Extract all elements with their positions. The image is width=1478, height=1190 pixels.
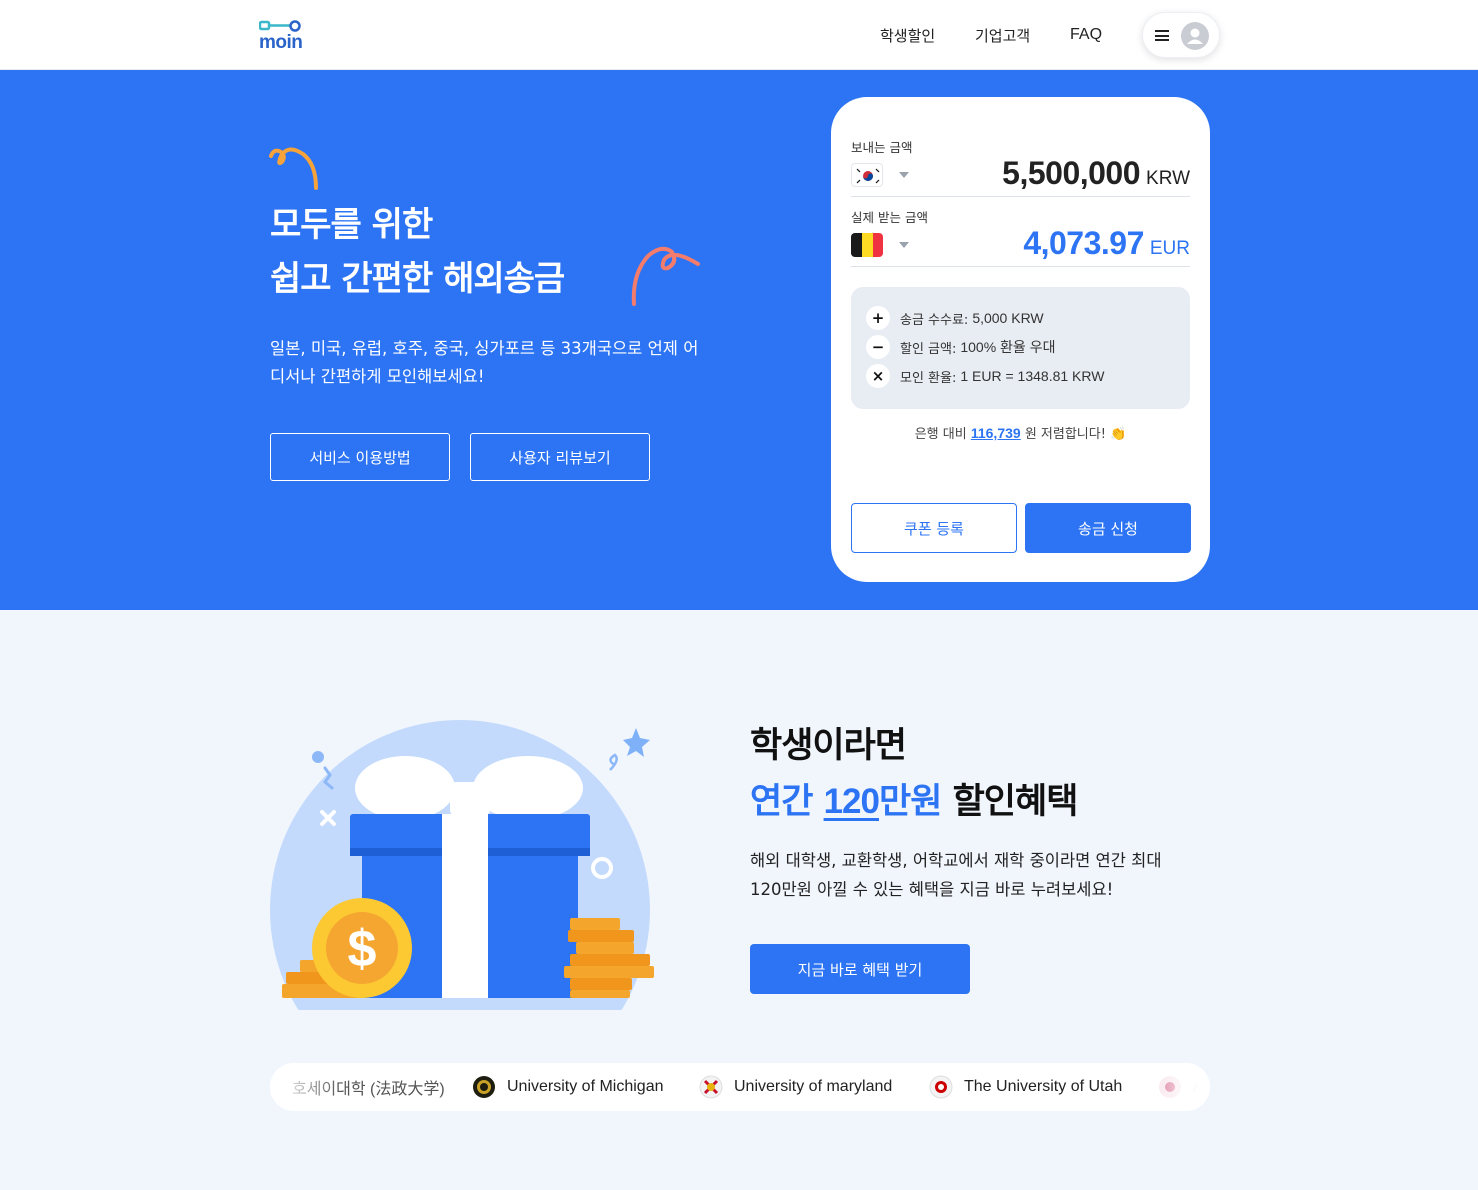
minus-icon: −: [866, 335, 890, 359]
university-marquee: 호세이대학 (法政大学) University of Michigan Univ…: [270, 1063, 1210, 1111]
university-item[interactable]: University of Michigan: [472, 1063, 664, 1111]
student-title-line2: 연간 120만원 할인혜택: [750, 774, 1079, 830]
marquee-fade-left: [270, 1063, 340, 1111]
title-part1: 연간: [750, 782, 824, 822]
get-benefit-button[interactable]: 지금 바로 혜택 받기: [750, 944, 970, 994]
university-maryland-seal-icon: [699, 1075, 723, 1099]
saving-prefix: 은행 대비: [914, 427, 967, 442]
receive-amount-row[interactable]: 4,073.97 EUR: [851, 225, 1190, 267]
title-part3: 할인혜택: [941, 782, 1079, 822]
south-korea-flag-icon[interactable]: [851, 163, 883, 187]
send-amount-row[interactable]: 5,500,000 KRW: [851, 155, 1190, 197]
hero-description: 일본, 미국, 유럽, 호주, 중국, 싱가포르 등 33개국으로 언제 어디서…: [270, 339, 699, 386]
hero-title-line1: 모두를 위한: [270, 205, 433, 245]
university-name: University of maryland: [734, 1078, 893, 1095]
student-title-line1: 학생이라면: [750, 726, 907, 766]
student-description: 해외 대학생, 교환학생, 어학교에서 재학 중이라면 연간 최대 120만원 …: [750, 851, 1162, 899]
title-part2: 만원: [879, 782, 942, 822]
university-item[interactable]: University of maryland: [699, 1063, 892, 1111]
svg-text:$: $: [348, 920, 377, 978]
plus-icon: +: [866, 306, 890, 330]
how-to-use-button[interactable]: 서비스 이용방법: [270, 433, 450, 481]
gift-box-illustration: $: [270, 720, 654, 1010]
university-name: University of Michigan: [507, 1078, 664, 1095]
fee-label: 송금 수수료:: [900, 312, 969, 328]
remittance-calculator: 보내는 금액 5,500,000 KRW 실제 받는 금액 4,073.97 E…: [831, 97, 1210, 582]
account-menu-button[interactable]: [1142, 12, 1220, 58]
university-michigan-seal-icon: [473, 1076, 495, 1098]
saving-amount-link[interactable]: 116,739: [971, 425, 1021, 441]
moin-logo[interactable]: moin: [259, 20, 319, 50]
hero-section: 모두를 위한 쉽고 간편한 해외송금 일본, 미국, 유럽, 호주, 중국, 싱…: [0, 70, 1478, 610]
receive-amount-label: 실제 받는 금액: [851, 210, 928, 225]
fee-row: + 송금 수수료: 5,000 KRW: [866, 306, 1044, 330]
rate-value: 1 EUR = 1348.81 KRW: [960, 368, 1105, 384]
university-name: The University of Utah: [964, 1078, 1123, 1095]
top-header: moin 학생할인 기업고객 FAQ: [0, 0, 1478, 70]
currency-dropdown-caret-icon[interactable]: [899, 172, 909, 178]
savings-message: 은행 대비 116,739 원 저렴합니다! 👏: [831, 423, 1210, 442]
university-utah-seal-icon: [929, 1075, 953, 1099]
rate-label: 모인 환율:: [900, 370, 957, 386]
svg-text:moin: moin: [259, 32, 302, 50]
nav-student-discount[interactable]: 학생할인: [880, 0, 935, 70]
title-amount: 120: [823, 782, 880, 821]
hamburger-icon: [1155, 30, 1169, 41]
nav-business[interactable]: 기업고객: [975, 0, 1030, 70]
belgium-flag-icon[interactable]: [851, 233, 883, 257]
squiggle-decoration-icon: [631, 246, 700, 306]
fee-value: 5,000 KRW: [972, 310, 1044, 326]
coupon-register-button[interactable]: 쿠폰 등록: [851, 503, 1017, 553]
send-amount-value[interactable]: 5,500,000: [1002, 155, 1140, 192]
squiggle-decoration-icon: [269, 147, 318, 190]
receive-currency: EUR: [1149, 238, 1190, 259]
user-avatar-icon: [1181, 22, 1209, 50]
discount-value: 100% 환율 우대: [960, 339, 1056, 355]
hero-title: 모두를 위한 쉽고 간편한 해외송금: [270, 198, 565, 306]
send-currency: KRW: [1146, 168, 1190, 189]
currency-dropdown-caret-icon[interactable]: [899, 242, 909, 248]
nav-faq[interactable]: FAQ: [1070, 0, 1102, 70]
send-amount-label: 보내는 금액: [851, 140, 913, 155]
fee-breakdown: + 송금 수수료: 5,000 KRW − 할인 금액: 100% 환율 우대 …: [851, 287, 1190, 409]
multiply-icon: ×: [866, 364, 890, 388]
remit-apply-button[interactable]: 송금 신청: [1025, 503, 1191, 553]
marquee-fade-right: [1140, 1063, 1210, 1111]
user-reviews-button[interactable]: 사용자 리뷰보기: [470, 433, 650, 481]
discount-label: 할인 금액:: [900, 341, 957, 357]
rate-row: × 모인 환율: 1 EUR = 1348.81 KRW: [866, 364, 1104, 388]
discount-row: − 할인 금액: 100% 환율 우대: [866, 335, 1055, 359]
university-item[interactable]: The University of Utah: [929, 1063, 1122, 1111]
saving-suffix: 원 저렴합니다! 👏: [1024, 427, 1127, 442]
hero-title-line2: 쉽고 간편한 해외송금: [270, 259, 565, 299]
receive-amount-value[interactable]: 4,073.97: [1023, 225, 1144, 262]
student-title: 학생이라면 연간 120만원 할인혜택: [750, 718, 1079, 830]
